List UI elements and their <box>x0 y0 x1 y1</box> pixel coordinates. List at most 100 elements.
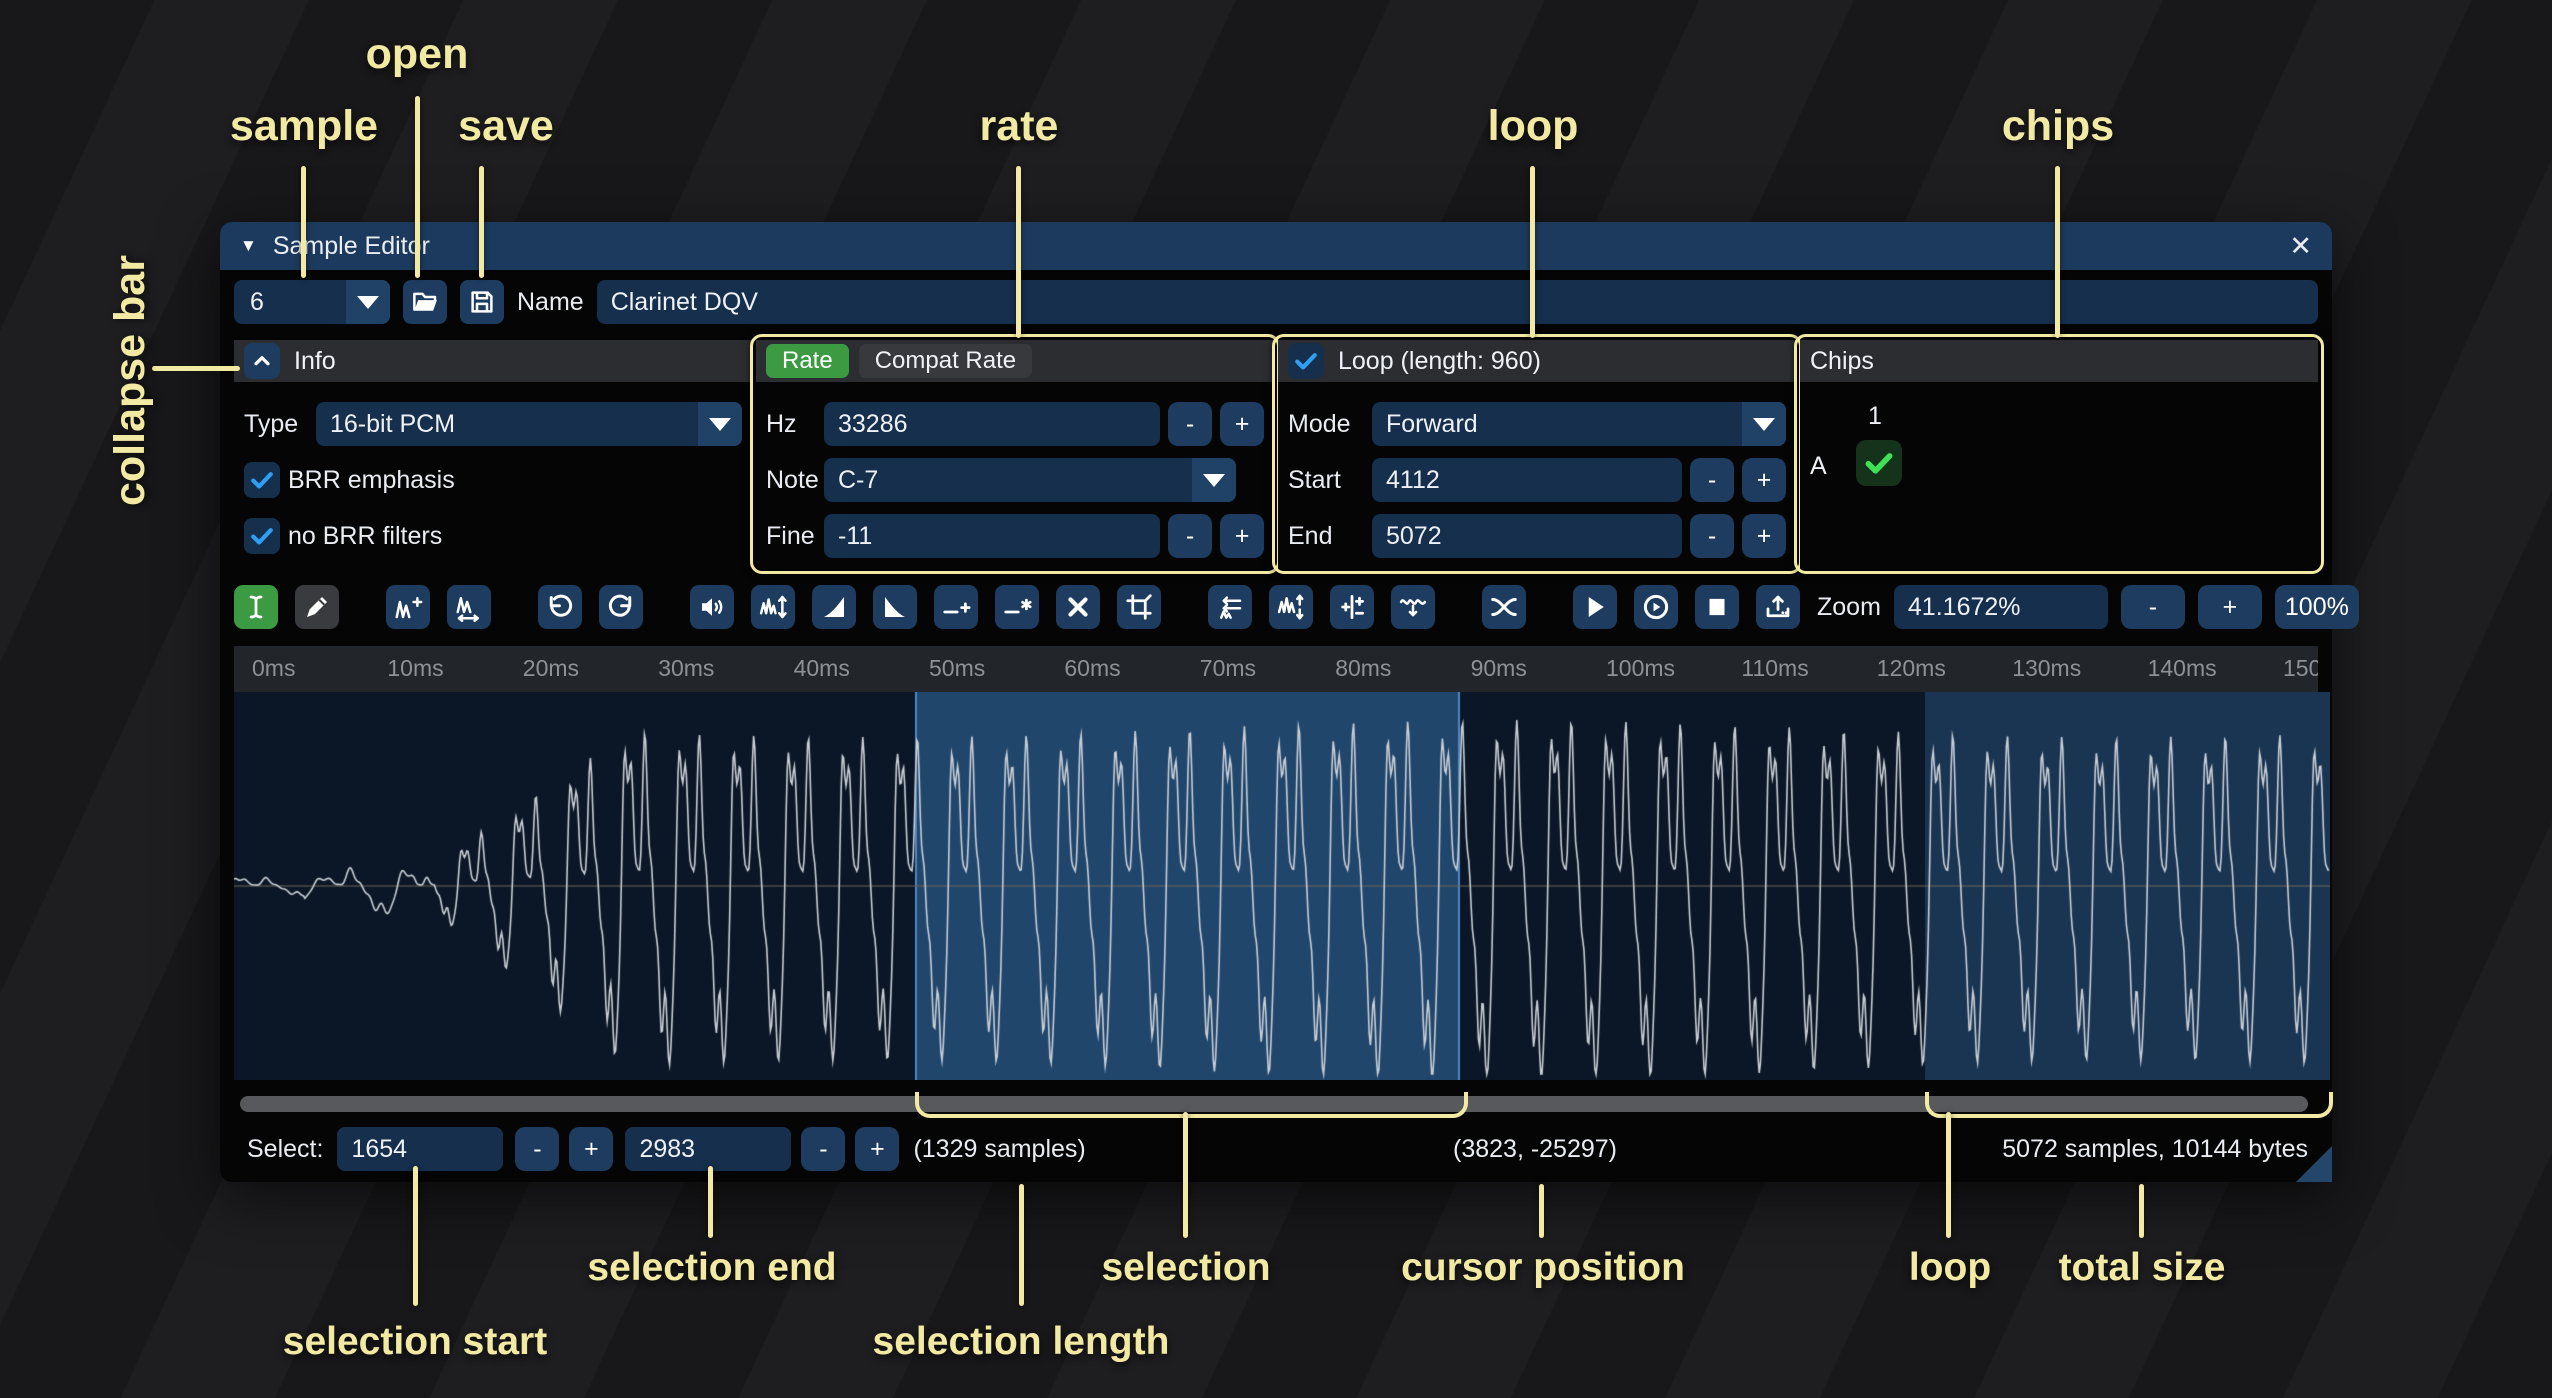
ruler-label: 50ms <box>929 655 985 682</box>
annotation-selection-start: selection start <box>283 1320 547 1364</box>
fine-decrement-button[interactable]: - <box>1168 514 1212 558</box>
fade-out-button[interactable] <box>873 585 917 629</box>
resize-button[interactable] <box>386 585 430 629</box>
amplify-button[interactable] <box>690 585 734 629</box>
folder-open-icon <box>410 287 440 317</box>
hz-input[interactable]: 33286 <box>824 402 1160 446</box>
loop-start-decrement-button[interactable]: - <box>1690 458 1734 502</box>
loop-mode-select[interactable]: Forward <box>1372 402 1786 446</box>
fine-input[interactable]: -11 <box>824 514 1160 558</box>
stop-preview-button[interactable] <box>1695 585 1739 629</box>
resize-grip[interactable] <box>2296 1146 2332 1182</box>
sample-selector[interactable]: 6 <box>234 280 390 324</box>
resample-button[interactable] <box>447 585 491 629</box>
no-brr-filters-checkbox[interactable] <box>244 518 280 554</box>
selection-end-input[interactable]: 2983 <box>625 1127 791 1171</box>
selection-start-increment-button[interactable]: + <box>569 1127 613 1171</box>
collapse-bar-button[interactable] <box>244 343 280 379</box>
zoom-input[interactable]: 41.1672% <box>1894 585 2108 629</box>
draw-mode-button[interactable] <box>295 585 339 629</box>
no-brr-filters-label: no BRR filters <box>288 522 442 551</box>
undo-icon <box>545 592 575 622</box>
import-button[interactable] <box>1756 585 1800 629</box>
apply-silence-button[interactable] <box>995 585 1039 629</box>
chevron-down-icon[interactable] <box>698 402 742 446</box>
preview-button[interactable] <box>1573 585 1617 629</box>
chip-enable-checkbox[interactable] <box>1856 440 1902 486</box>
wave-invert-icon <box>1276 592 1306 622</box>
delete-button[interactable] <box>1056 585 1100 629</box>
sample-editor-window: ▼ Sample Editor ✕ 6 Name Clarinet DQV <box>220 222 2332 1182</box>
selection-end-decrement-button[interactable]: - <box>801 1127 845 1171</box>
tab-compat-rate[interactable]: Compat Rate <box>859 344 1032 378</box>
annotation-save: save <box>458 102 554 151</box>
ruler-label: 130ms <box>2012 655 2081 682</box>
window-collapse-icon[interactable]: ▼ <box>240 236 257 256</box>
selection-start-decrement-button[interactable]: - <box>515 1127 559 1171</box>
ruler-label: 110ms <box>1741 655 1808 682</box>
zoom-reset-button[interactable]: 100% <box>2275 585 2359 629</box>
redo-button[interactable] <box>599 585 643 629</box>
stop-icon <box>1702 592 1732 622</box>
annotation-line-chips <box>2055 166 2060 338</box>
hz-decrement-button[interactable]: - <box>1168 402 1212 446</box>
window-titlebar[interactable]: ▼ Sample Editor ✕ <box>220 222 2332 270</box>
sample-type-select[interactable]: 16-bit PCM <box>316 402 742 446</box>
x-icon <box>1063 592 1093 622</box>
zoom-out-button[interactable]: - <box>2121 585 2185 629</box>
wave-stretch-icon <box>454 592 484 622</box>
signed-unsigned-button[interactable] <box>1330 585 1374 629</box>
invert-button[interactable] <box>1269 585 1313 629</box>
annotation-bracket-loop <box>1925 1092 2333 1118</box>
annotation-line-loop <box>1530 166 1535 338</box>
chips-panel: Chips 1 A <box>1800 340 2318 568</box>
ruler-label: 70ms <box>1200 655 1256 682</box>
brr-emphasis-checkbox[interactable] <box>244 462 280 498</box>
waveform-canvas[interactable] <box>234 692 2330 1080</box>
zoom-in-button[interactable]: + <box>2198 585 2262 629</box>
crossfade-loop-button[interactable] <box>1482 585 1526 629</box>
fine-increment-button[interactable]: + <box>1220 514 1264 558</box>
loop-end-label: End <box>1288 522 1364 551</box>
trim-button[interactable] <box>1117 585 1161 629</box>
normalize-button[interactable] <box>751 585 795 629</box>
play-icon <box>1580 592 1610 622</box>
wave-plus-icon <box>393 592 423 622</box>
zoom-controls: Zoom 41.1672% - + 100% <box>1817 585 2359 629</box>
redo-icon <box>606 592 636 622</box>
sample-selector-value: 6 <box>234 280 346 324</box>
apply-filter-button[interactable] <box>1391 585 1435 629</box>
select-mode-button[interactable] <box>234 585 278 629</box>
chevron-down-icon[interactable] <box>1192 458 1236 502</box>
loop-end-decrement-button[interactable]: - <box>1690 514 1734 558</box>
annotation-line-selection-end <box>708 1166 713 1238</box>
ibeam-cursor-icon <box>241 592 271 622</box>
annotation-line-open <box>415 96 420 278</box>
chevron-down-icon[interactable] <box>346 280 390 324</box>
fade-in-button[interactable] <box>812 585 856 629</box>
hz-increment-button[interactable]: + <box>1220 402 1264 446</box>
annotation-rate: rate <box>980 102 1059 151</box>
ruler-label: 150ms <box>2283 655 2318 682</box>
chevron-down-icon[interactable] <box>1742 402 1786 446</box>
loop-start-increment-button[interactable]: + <box>1742 458 1786 502</box>
loop-start-input[interactable]: 4112 <box>1372 458 1682 502</box>
preview-loop-button[interactable] <box>1634 585 1678 629</box>
loop-enable-checkbox[interactable] <box>1288 343 1324 379</box>
insert-silence-button[interactable] <box>934 585 978 629</box>
close-icon[interactable]: ✕ <box>2289 231 2312 262</box>
undo-button[interactable] <box>538 585 582 629</box>
save-sample-button[interactable] <box>460 280 504 324</box>
tab-rate[interactable]: Rate <box>766 344 849 378</box>
selection-end-increment-button[interactable]: + <box>855 1127 899 1171</box>
annotation-total-size: total size <box>2059 1246 2226 1290</box>
reverse-button[interactable] <box>1208 585 1252 629</box>
note-select[interactable]: C-7 <box>824 458 1236 502</box>
selection-start-input[interactable]: 1654 <box>337 1127 503 1171</box>
info-panel: Info Type 16-bit PCM BRR emphasis <box>234 340 752 568</box>
ruler[interactable]: 0ms10ms20ms30ms40ms50ms60ms70ms80ms90ms1… <box>234 646 2318 692</box>
open-sample-button[interactable] <box>403 280 447 324</box>
loop-end-input[interactable]: 5072 <box>1372 514 1682 558</box>
sample-header-row: 6 Name Clarinet DQV <box>234 280 2318 324</box>
loop-end-increment-button[interactable]: + <box>1742 514 1786 558</box>
